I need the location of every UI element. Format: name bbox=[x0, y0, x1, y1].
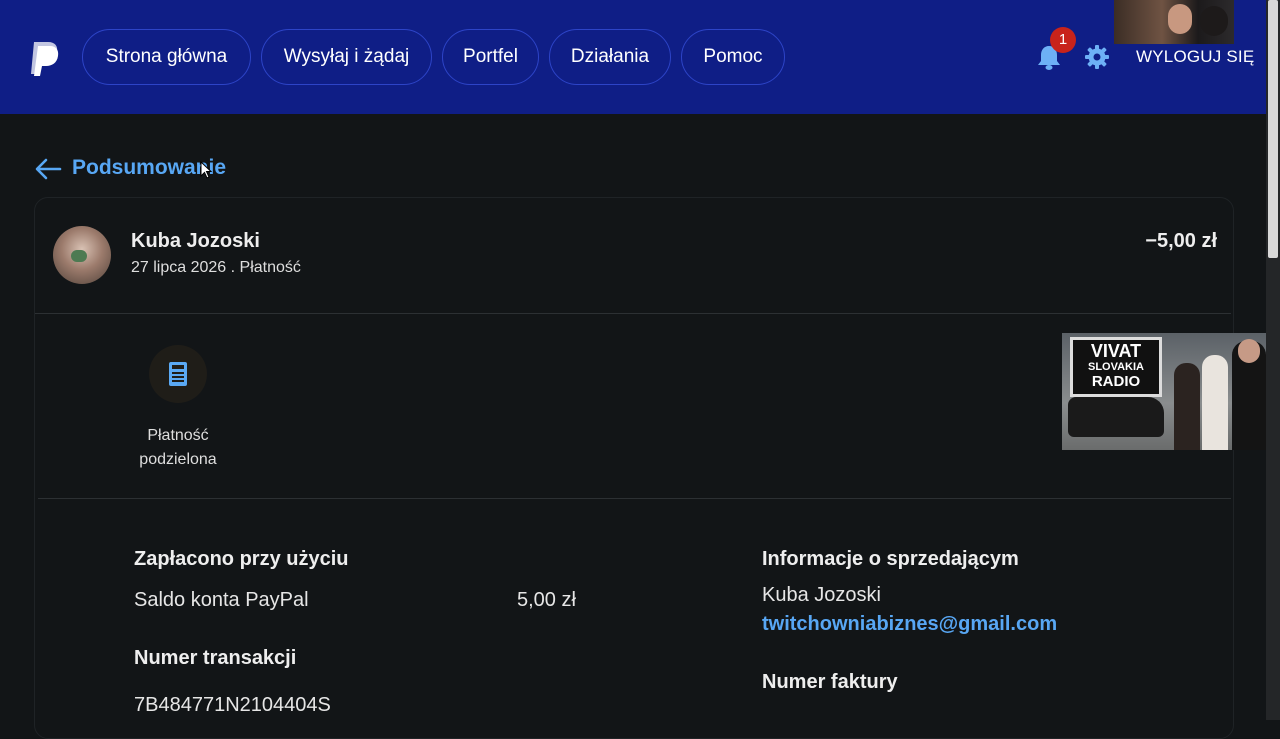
nav-wallet[interactable]: Portfel bbox=[442, 29, 539, 85]
mouse-cursor-icon bbox=[200, 161, 212, 179]
top-navigation-bar: Strona główna Wysyłaj i żądaj Portfel Dz… bbox=[0, 0, 1266, 114]
split-payment-label[interactable]: Płatność podzielona bbox=[118, 424, 238, 472]
counterparty-name: Kuba Jozoski bbox=[131, 230, 260, 252]
receipt-icon bbox=[169, 362, 187, 386]
webcam-face bbox=[1168, 4, 1192, 34]
avatar-eye bbox=[71, 250, 87, 262]
transaction-number-heading: Numer transakcji bbox=[134, 647, 297, 669]
avatar bbox=[53, 226, 111, 284]
sign-line-1: VIVAT bbox=[1090, 341, 1142, 361]
seller-info-heading: Informacje o sprzedającym bbox=[762, 548, 1019, 570]
person-shape bbox=[1202, 355, 1228, 450]
sign-line-3: RADIO bbox=[1091, 373, 1141, 390]
scrollbar-thumb[interactable] bbox=[1268, 0, 1278, 258]
seller-email-link[interactable]: twitchowniabiznes@gmail.com bbox=[762, 613, 1057, 636]
sign-line-2: SLOVAKIA bbox=[1087, 361, 1145, 373]
transaction-number: 7B484771N2104404S bbox=[134, 694, 331, 716]
person-head bbox=[1238, 339, 1260, 363]
payment-method: Saldo konta PayPal bbox=[134, 589, 309, 611]
back-arrow-icon[interactable] bbox=[34, 157, 62, 181]
person-shape bbox=[1174, 363, 1200, 450]
paid-with-heading: Zapłacono przy użyciu bbox=[134, 548, 349, 570]
logout-button[interactable]: WYLOGUJ SIĘ bbox=[1136, 47, 1254, 67]
divider bbox=[38, 498, 1231, 499]
invoice-number-heading: Numer faktury bbox=[762, 671, 898, 693]
notification-badge: 1 bbox=[1050, 27, 1076, 53]
webcam-headphones bbox=[1200, 6, 1228, 36]
payment-method-amount: 5,00 zł bbox=[517, 589, 576, 611]
seller-name: Kuba Jozoski bbox=[762, 584, 881, 606]
car-shape bbox=[1068, 397, 1164, 437]
transaction-date-type: 27 lipca 2026 . Płatność bbox=[131, 259, 301, 276]
webcam-overlay bbox=[1114, 0, 1234, 44]
nav-help[interactable]: Pomoc bbox=[681, 29, 785, 85]
divider bbox=[35, 313, 1231, 314]
nav-send-request[interactable]: Wysyłaj i żądaj bbox=[261, 29, 432, 85]
radio-sign: VIVAT SLOVAKIA RADIO bbox=[1070, 337, 1162, 397]
paypal-logo[interactable] bbox=[28, 40, 60, 76]
transaction-amount: −5,00 zł bbox=[1145, 230, 1217, 252]
stream-overlay-image: VIVAT SLOVAKIA RADIO bbox=[1062, 333, 1266, 450]
gear-icon[interactable] bbox=[1085, 45, 1109, 69]
nav-activity[interactable]: Działania bbox=[549, 29, 671, 85]
nav-home[interactable]: Strona główna bbox=[82, 29, 251, 85]
